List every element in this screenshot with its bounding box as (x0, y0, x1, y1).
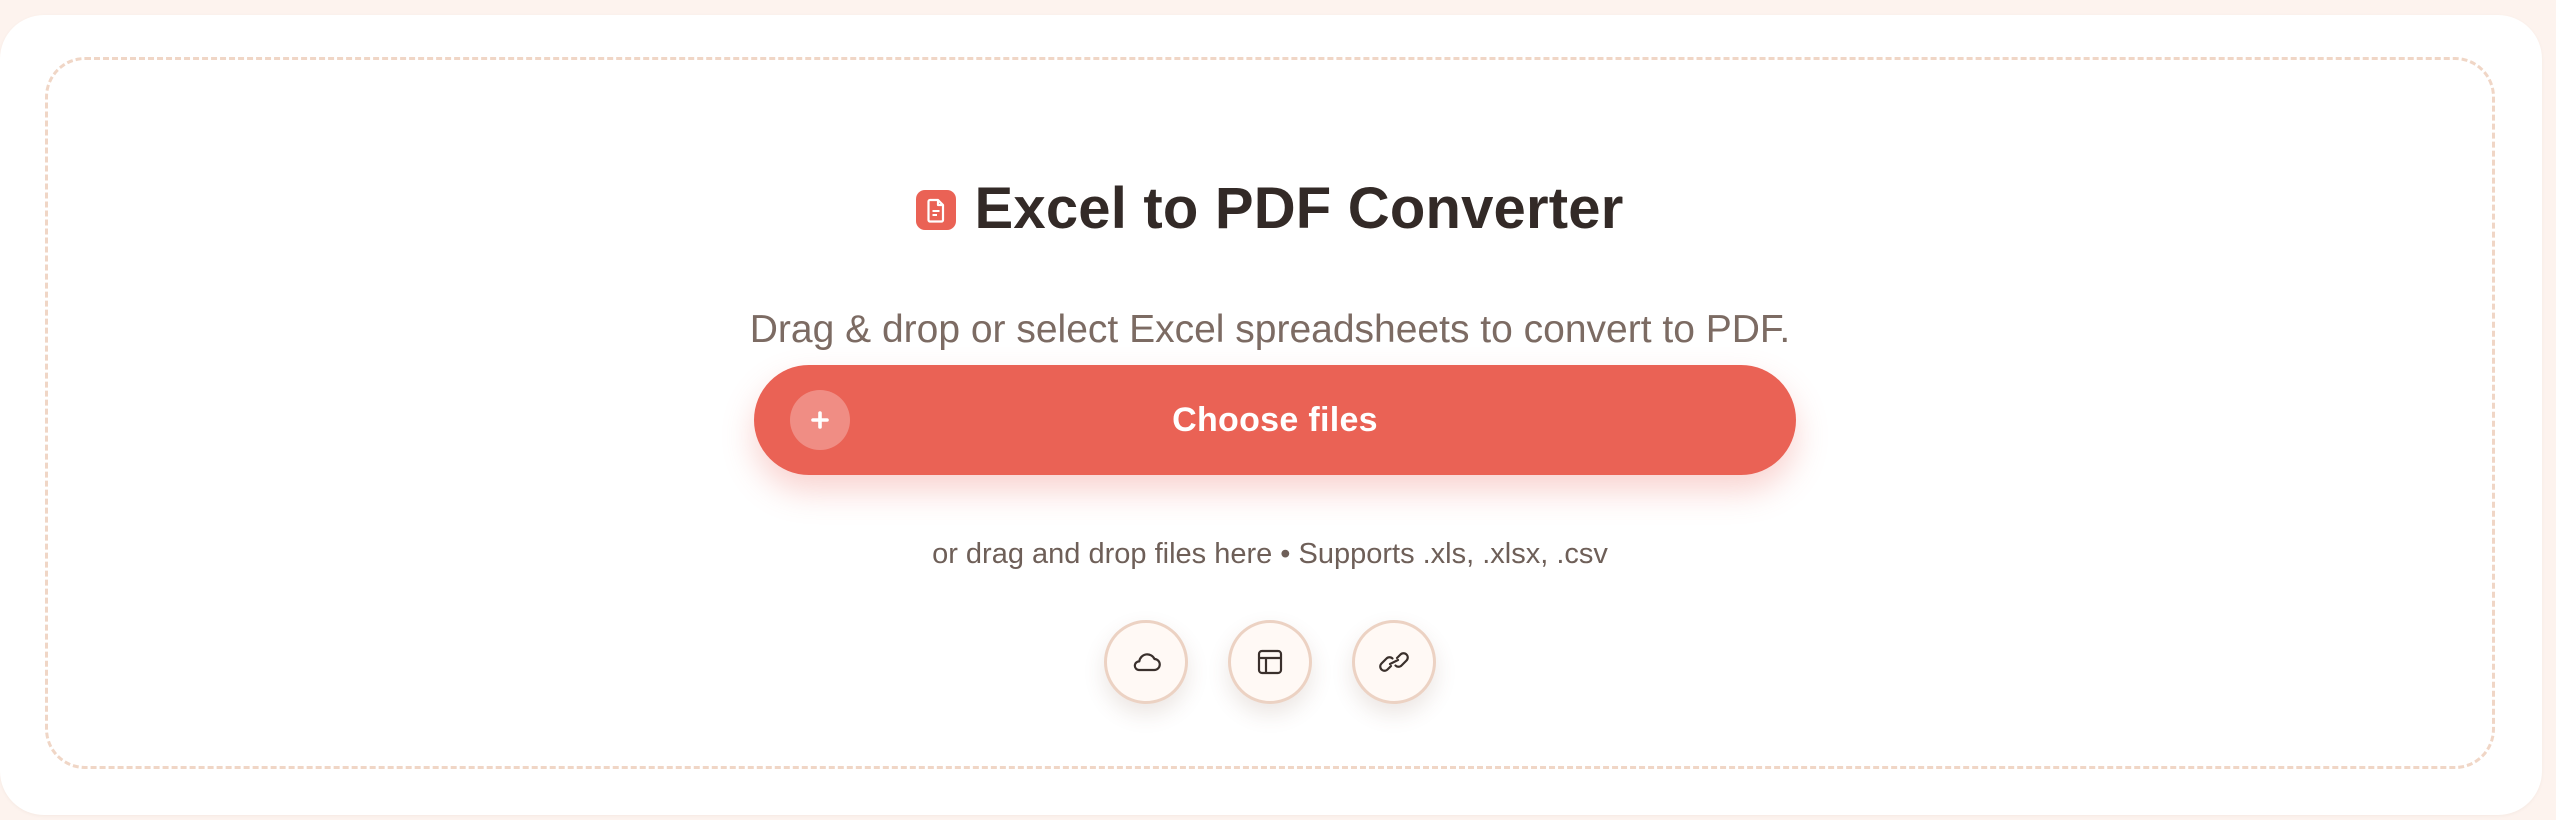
cloud-source-button[interactable] (1104, 620, 1188, 704)
choose-files-button[interactable]: Choose files (754, 365, 1796, 475)
link-source-button[interactable] (1352, 620, 1436, 704)
page-subtitle: Drag & drop or select Excel spreadsheets… (749, 308, 1791, 351)
table-icon (1252, 644, 1288, 680)
title-row: Excel to PDF Converter (48, 180, 2492, 238)
link-icon (1374, 644, 1414, 680)
document-icon (916, 190, 957, 230)
spreadsheet-source-button[interactable] (1228, 620, 1312, 704)
drop-zone[interactable]: Excel to PDF Converter Drag & drop or se… (45, 57, 2495, 769)
converter-card: Excel to PDF Converter Drag & drop or se… (0, 15, 2542, 815)
source-buttons (48, 620, 2492, 704)
choose-files-label: Choose files (1172, 401, 1378, 439)
page-title: Excel to PDF Converter (974, 176, 1624, 241)
drop-hint: or drag and drop files here • Supports .… (932, 538, 1608, 570)
cloud-icon (1128, 644, 1164, 680)
